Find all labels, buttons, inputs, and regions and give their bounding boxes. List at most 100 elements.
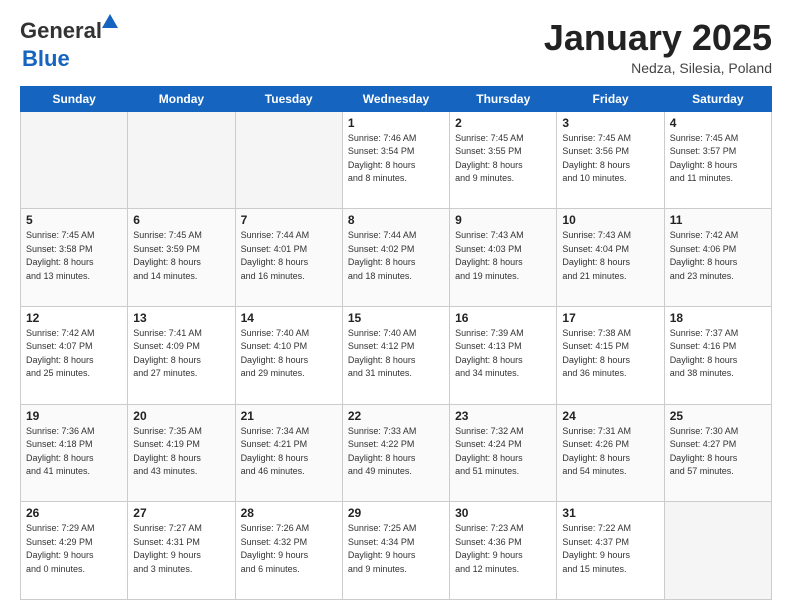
day-number: 1 [348,116,444,130]
day-number: 3 [562,116,658,130]
day-number: 28 [241,506,337,520]
day-number: 16 [455,311,551,325]
day-info: Sunrise: 7:42 AMSunset: 4:06 PMDaylight:… [670,229,766,283]
calendar-day-cell: 1Sunrise: 7:46 AMSunset: 3:54 PMDaylight… [342,111,449,209]
calendar-week-row: 5Sunrise: 7:45 AMSunset: 3:58 PMDaylight… [21,209,772,307]
page: General Blue January 2025 Nedza, Silesia… [0,0,792,612]
calendar-day-cell: 11 Sunrise: 7:42 AMSunset: 4:06 PMDayligh… [664,209,771,307]
calendar-day-cell: 15Sunrise: 7:40 AMSunset: 4:12 PMDayligh… [342,306,449,404]
day-header-monday: Monday [128,86,235,111]
calendar-day-cell [128,111,235,209]
day-number: 18 [670,311,766,325]
day-header-thursday: Thursday [450,86,557,111]
day-number: 21 [241,409,337,423]
calendar-week-row: 1Sunrise: 7:46 AMSunset: 3:54 PMDaylight… [21,111,772,209]
day-info: Sunrise: 7:44 AMSunset: 4:01 PMDaylight:… [241,229,337,283]
calendar-day-cell [21,111,128,209]
calendar-day-cell: 19Sunrise: 7:36 AMSunset: 4:18 PMDayligh… [21,404,128,502]
day-number: 30 [455,506,551,520]
day-info: Sunrise: 7:36 AMSunset: 4:18 PMDaylight:… [26,425,122,479]
day-info: Sunrise: 7:25 AMSunset: 4:34 PMDaylight:… [348,522,444,576]
day-info: Sunrise: 7:38 AMSunset: 4:15 PMDaylight:… [562,327,658,381]
calendar-day-cell: 8 Sunrise: 7:44 AMSunset: 4:02 PMDaylight… [342,209,449,307]
calendar-day-cell: 12 Sunrise: 7:42 AMSunset: 4:07 PMDayligh… [21,306,128,404]
day-info: Sunrise: 7:43 AMSunset: 4:04 PMDaylight:… [562,229,658,283]
calendar-day-cell: 31 Sunrise: 7:22 AMSunset: 4:37 PMDayligh… [557,502,664,600]
day-number: 27 [133,506,229,520]
day-header-sunday: Sunday [21,86,128,111]
day-info: Sunrise: 7:45 AMSunset: 3:58 PMDaylight:… [26,229,122,283]
day-number: 23 [455,409,551,423]
day-number: 25 [670,409,766,423]
calendar-day-cell [664,502,771,600]
logo-blue-text: Blue [22,46,70,72]
day-header-saturday: Saturday [664,86,771,111]
location: Nedza, Silesia, Poland [544,60,772,76]
day-number: 26 [26,506,122,520]
day-number: 24 [562,409,658,423]
day-info: Sunrise: 7:22 AMSunset: 4:37 PMDaylight:… [562,522,658,576]
calendar-day-cell: 29 Sunrise: 7:25 AMSunset: 4:34 PMDayligh… [342,502,449,600]
day-header-tuesday: Tuesday [235,86,342,111]
day-number: 10 [562,213,658,227]
calendar-day-cell: 9 Sunrise: 7:43 AMSunset: 4:03 PMDaylight… [450,209,557,307]
day-number: 6 [133,213,229,227]
calendar-day-cell: 4Sunrise: 7:45 AMSunset: 3:57 PMDaylight… [664,111,771,209]
day-info: Sunrise: 7:44 AMSunset: 4:02 PMDaylight:… [348,229,444,283]
calendar-week-row: 19Sunrise: 7:36 AMSunset: 4:18 PMDayligh… [21,404,772,502]
day-info: Sunrise: 7:35 AMSunset: 4:19 PMDaylight:… [133,425,229,479]
day-info: Sunrise: 7:31 AMSunset: 4:26 PMDaylight:… [562,425,658,479]
calendar-day-cell: 25Sunrise: 7:30 AMSunset: 4:27 PMDayligh… [664,404,771,502]
calendar-day-cell: 22Sunrise: 7:33 AMSunset: 4:22 PMDayligh… [342,404,449,502]
day-number: 31 [562,506,658,520]
calendar-day-cell: 23 Sunrise: 7:32 AMSunset: 4:24 PMDayligh… [450,404,557,502]
day-info: Sunrise: 7:23 AMSunset: 4:36 PMDaylight:… [455,522,551,576]
day-info: Sunrise: 7:32 AMSunset: 4:24 PMDaylight:… [455,425,551,479]
calendar-day-cell: 17 Sunrise: 7:38 AMSunset: 4:15 PMDayligh… [557,306,664,404]
day-info: Sunrise: 7:45 AMSunset: 3:59 PMDaylight:… [133,229,229,283]
calendar-week-row: 26 Sunrise: 7:29 AMSunset: 4:29 PMDayligh… [21,502,772,600]
month-title: January 2025 [544,18,772,58]
day-number: 2 [455,116,551,130]
day-number: 8 [348,213,444,227]
calendar-day-cell: 5Sunrise: 7:45 AMSunset: 3:58 PMDaylight… [21,209,128,307]
day-info: Sunrise: 7:40 AMSunset: 4:12 PMDaylight:… [348,327,444,381]
header: General Blue January 2025 Nedza, Silesia… [20,18,772,76]
calendar-day-cell: 30 Sunrise: 7:23 AMSunset: 4:36 PMDayligh… [450,502,557,600]
day-number: 9 [455,213,551,227]
calendar-day-cell: 3Sunrise: 7:45 AMSunset: 3:56 PMDaylight… [557,111,664,209]
day-number: 29 [348,506,444,520]
day-info: Sunrise: 7:45 AMSunset: 3:57 PMDaylight:… [670,132,766,186]
day-number: 20 [133,409,229,423]
calendar-day-cell: 14Sunrise: 7:40 AMSunset: 4:10 PMDayligh… [235,306,342,404]
logo-icon [102,14,118,28]
day-header-wednesday: Wednesday [342,86,449,111]
logo-general-text: General [20,18,102,43]
day-number: 17 [562,311,658,325]
calendar-day-cell: 2 Sunrise: 7:45 AMSunset: 3:55 PMDaylight… [450,111,557,209]
calendar-day-cell: 24 Sunrise: 7:31 AMSunset: 4:26 PMDayligh… [557,404,664,502]
day-info: Sunrise: 7:33 AMSunset: 4:22 PMDaylight:… [348,425,444,479]
calendar-week-row: 12 Sunrise: 7:42 AMSunset: 4:07 PMDayligh… [21,306,772,404]
day-info: Sunrise: 7:29 AMSunset: 4:29 PMDaylight:… [26,522,122,576]
calendar-day-cell: 6 Sunrise: 7:45 AMSunset: 3:59 PMDaylight… [128,209,235,307]
day-number: 11 [670,213,766,227]
day-number: 13 [133,311,229,325]
calendar-day-cell: 27Sunrise: 7:27 AMSunset: 4:31 PMDayligh… [128,502,235,600]
day-number: 14 [241,311,337,325]
day-info: Sunrise: 7:45 AMSunset: 3:55 PMDaylight:… [455,132,551,186]
calendar-day-cell: 18Sunrise: 7:37 AMSunset: 4:16 PMDayligh… [664,306,771,404]
calendar-day-cell: 20 Sunrise: 7:35 AMSunset: 4:19 PMDayligh… [128,404,235,502]
day-number: 7 [241,213,337,227]
calendar-day-cell: 26 Sunrise: 7:29 AMSunset: 4:29 PMDayligh… [21,502,128,600]
calendar-table: SundayMondayTuesdayWednesdayThursdayFrid… [20,86,772,600]
calendar-day-cell: 7 Sunrise: 7:44 AMSunset: 4:01 PMDaylight… [235,209,342,307]
day-info: Sunrise: 7:42 AMSunset: 4:07 PMDaylight:… [26,327,122,381]
calendar-day-cell: 13Sunrise: 7:41 AMSunset: 4:09 PMDayligh… [128,306,235,404]
day-number: 12 [26,311,122,325]
calendar-day-cell [235,111,342,209]
day-info: Sunrise: 7:43 AMSunset: 4:03 PMDaylight:… [455,229,551,283]
calendar-day-cell: 16Sunrise: 7:39 AMSunset: 4:13 PMDayligh… [450,306,557,404]
calendar-day-cell: 21Sunrise: 7:34 AMSunset: 4:21 PMDayligh… [235,404,342,502]
calendar-header-row: SundayMondayTuesdayWednesdayThursdayFrid… [21,86,772,111]
